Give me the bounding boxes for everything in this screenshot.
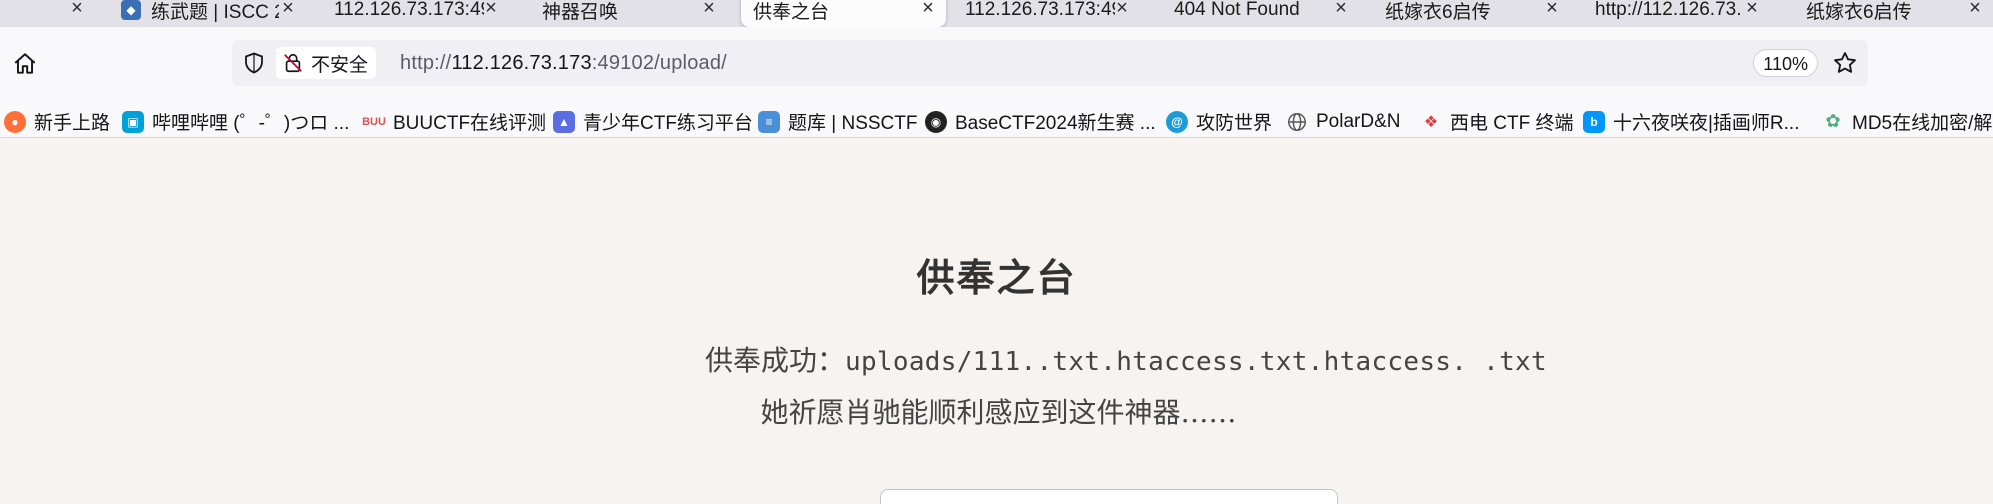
page-title: 供奉之台 [916, 255, 1077, 300]
tab-close-icon[interactable]: × [699, 0, 719, 18]
qsnctf-icon: ▲ [553, 110, 575, 133]
bookmark-star-icon[interactable] [1832, 50, 1858, 76]
upload-result-label: 供奉成功： [705, 344, 846, 377]
tab-title: 404 Not Found [1174, 0, 1300, 20]
bookmark-item[interactable]: ▲ 青少年CTF练习平台 [553, 105, 753, 137]
home-icon [14, 53, 36, 74]
flavor-text: 她祈愿肖驰能顺利感应到这件神器…… [760, 396, 1237, 429]
tab-8[interactable]: http://112.126.73. × [1595, 0, 1770, 27]
tab-close-icon[interactable]: × [918, 0, 938, 18]
firefox-icon: ● [4, 110, 26, 133]
tab-2[interactable]: 112.126.73.173:49 × [334, 0, 509, 27]
bookmark-label: BaseCTF2024新生赛 ... [955, 113, 1156, 134]
bookmark-label: 十六夜咲夜|插画师R... [1613, 113, 1800, 134]
xidian-icon: ❖ [1423, 113, 1439, 131]
url-text[interactable]: http://112.126.73.173:49102/upload/ [400, 40, 727, 86]
tab-title: 纸嫁衣6启传 [1806, 1, 1912, 23]
bookmark-item[interactable]: ❖ 西电 CTF 终端 [1420, 105, 1574, 137]
tab-title: 112.126.73.173:49 [334, 0, 484, 20]
tab-4-active[interactable]: 供奉之台 × [741, 0, 946, 27]
bookmark-label: 西电 CTF 终端 [1450, 113, 1574, 134]
tab-close-icon[interactable]: × [1112, 0, 1132, 18]
tab-title: http://112.126.73. [1595, 0, 1740, 20]
bookmark-label: 哔哩哔哩 (゜-゜)つロ ... [152, 113, 350, 134]
tab-0[interactable]: × [0, 0, 95, 27]
url-bar[interactable]: 不安全 http://112.126.73.173:49102/upload/ … [232, 40, 1868, 86]
tab-3[interactable]: 神器召唤 × [542, 0, 727, 27]
bookmark-item[interactable]: b 十六夜咲夜|插画师R... [1583, 105, 1800, 137]
bookmark-label: 青少年CTF练习平台 [583, 113, 753, 134]
url-path: :49102/upload/ [591, 52, 727, 74]
tab-5[interactable]: 112.126.73.173:49 × [965, 0, 1140, 27]
zoom-level-button[interactable]: 110% [1753, 49, 1818, 77]
tab-title: 纸嫁衣6启传 [1385, 1, 1491, 23]
tab-close-icon[interactable]: × [67, 0, 87, 18]
bilibili-icon: ▣ [122, 110, 144, 133]
iscc-favicon-icon: ◆ [121, 0, 141, 20]
basectf-icon: ◉ [925, 110, 947, 133]
bookmark-label: MD5在线加密/解 [1852, 113, 1993, 134]
tab-close-icon[interactable]: × [278, 0, 298, 18]
url-host: 112.126.73.173 [451, 52, 592, 74]
insecure-label: 不安全 [311, 54, 369, 76]
tab-1[interactable]: ◆ 练武题 | ISCC 2 × [121, 0, 306, 27]
tab-title: 112.126.73.173:49 [965, 0, 1115, 20]
tab-close-icon[interactable]: × [1542, 0, 1562, 18]
tab-7[interactable]: 纸嫁衣6启传 × [1385, 0, 1570, 27]
tab-close-icon[interactable]: × [1965, 0, 1985, 18]
home-button[interactable] [10, 49, 40, 79]
bookmarks-toolbar: ● 新手上路 ▣ 哔哩哔哩 (゜-゜)つロ ... BUU BUUCTF在线评测… [0, 105, 1993, 138]
bookmark-item[interactable]: PolarD&N [1286, 105, 1401, 137]
nssctf-icon: ≡ [758, 110, 780, 133]
tab-title: 练武题 | ISCC 2 [151, 1, 279, 23]
bookmark-item[interactable]: ● 新手上路 [4, 105, 111, 137]
bookmark-item[interactable]: BUU BUUCTF在线评测 [362, 105, 547, 137]
pixiv-icon: b [1583, 110, 1605, 133]
bookmark-item[interactable]: ✿ MD5在线加密/解 [1822, 105, 1993, 137]
tab-title: 神器召唤 [542, 1, 619, 23]
tab-strip: × ◆ 练武题 | ISCC 2 × 112.126.73.173:49 × 神… [0, 0, 1993, 27]
bookmark-item[interactable]: ◉ BaseCTF2024新生赛 ... [925, 105, 1156, 137]
adworld-icon: @ [1166, 110, 1188, 133]
connection-insecure-button[interactable]: 不安全 [276, 47, 377, 79]
bookmark-label: 攻防世界 [1196, 113, 1273, 134]
insecure-lock-icon [284, 53, 302, 73]
bookmark-label: PolarD&N [1316, 110, 1401, 132]
bookmark-item[interactable]: ▣ 哔哩哔哩 (゜-゜)つロ ... [122, 105, 350, 137]
buuctf-icon: BUU [362, 115, 386, 128]
md5-icon: ✿ [1825, 111, 1841, 131]
tab-close-icon[interactable]: × [1742, 0, 1762, 18]
tab-close-icon[interactable]: × [1331, 0, 1351, 18]
bookmark-label: 题库 | NSSCTF [788, 113, 918, 134]
upload-form-box[interactable] [880, 489, 1338, 504]
tracking-protection-shield-icon[interactable] [242, 51, 266, 75]
globe-icon [1288, 112, 1306, 131]
bookmark-item[interactable]: @ 攻防世界 [1166, 105, 1273, 137]
bookmark-label: BUUCTF在线评测 [393, 113, 547, 134]
tab-title: 供奉之台 [753, 1, 830, 23]
bookmark-item[interactable]: ≡ 题库 | NSSCTF [758, 105, 918, 137]
tab-6[interactable]: 404 Not Found × [1174, 0, 1359, 27]
upload-result: 供奉成功：uploads/111..txt.htaccess.txt.htacc… [705, 339, 1547, 379]
tab-9[interactable]: 纸嫁衣6启传 × [1806, 0, 1993, 27]
bookmark-label: 新手上路 [34, 113, 111, 134]
upload-result-path: uploads/111..txt.htaccess.txt.htaccess. … [845, 347, 1547, 377]
page-content: 供奉之台 供奉成功：uploads/111..txt.htaccess.txt.… [0, 139, 1993, 504]
url-prefix: http:// [400, 52, 452, 74]
navigation-bar: 不安全 http://112.126.73.173:49102/upload/ … [0, 27, 1993, 105]
tab-close-icon[interactable]: × [481, 0, 501, 18]
